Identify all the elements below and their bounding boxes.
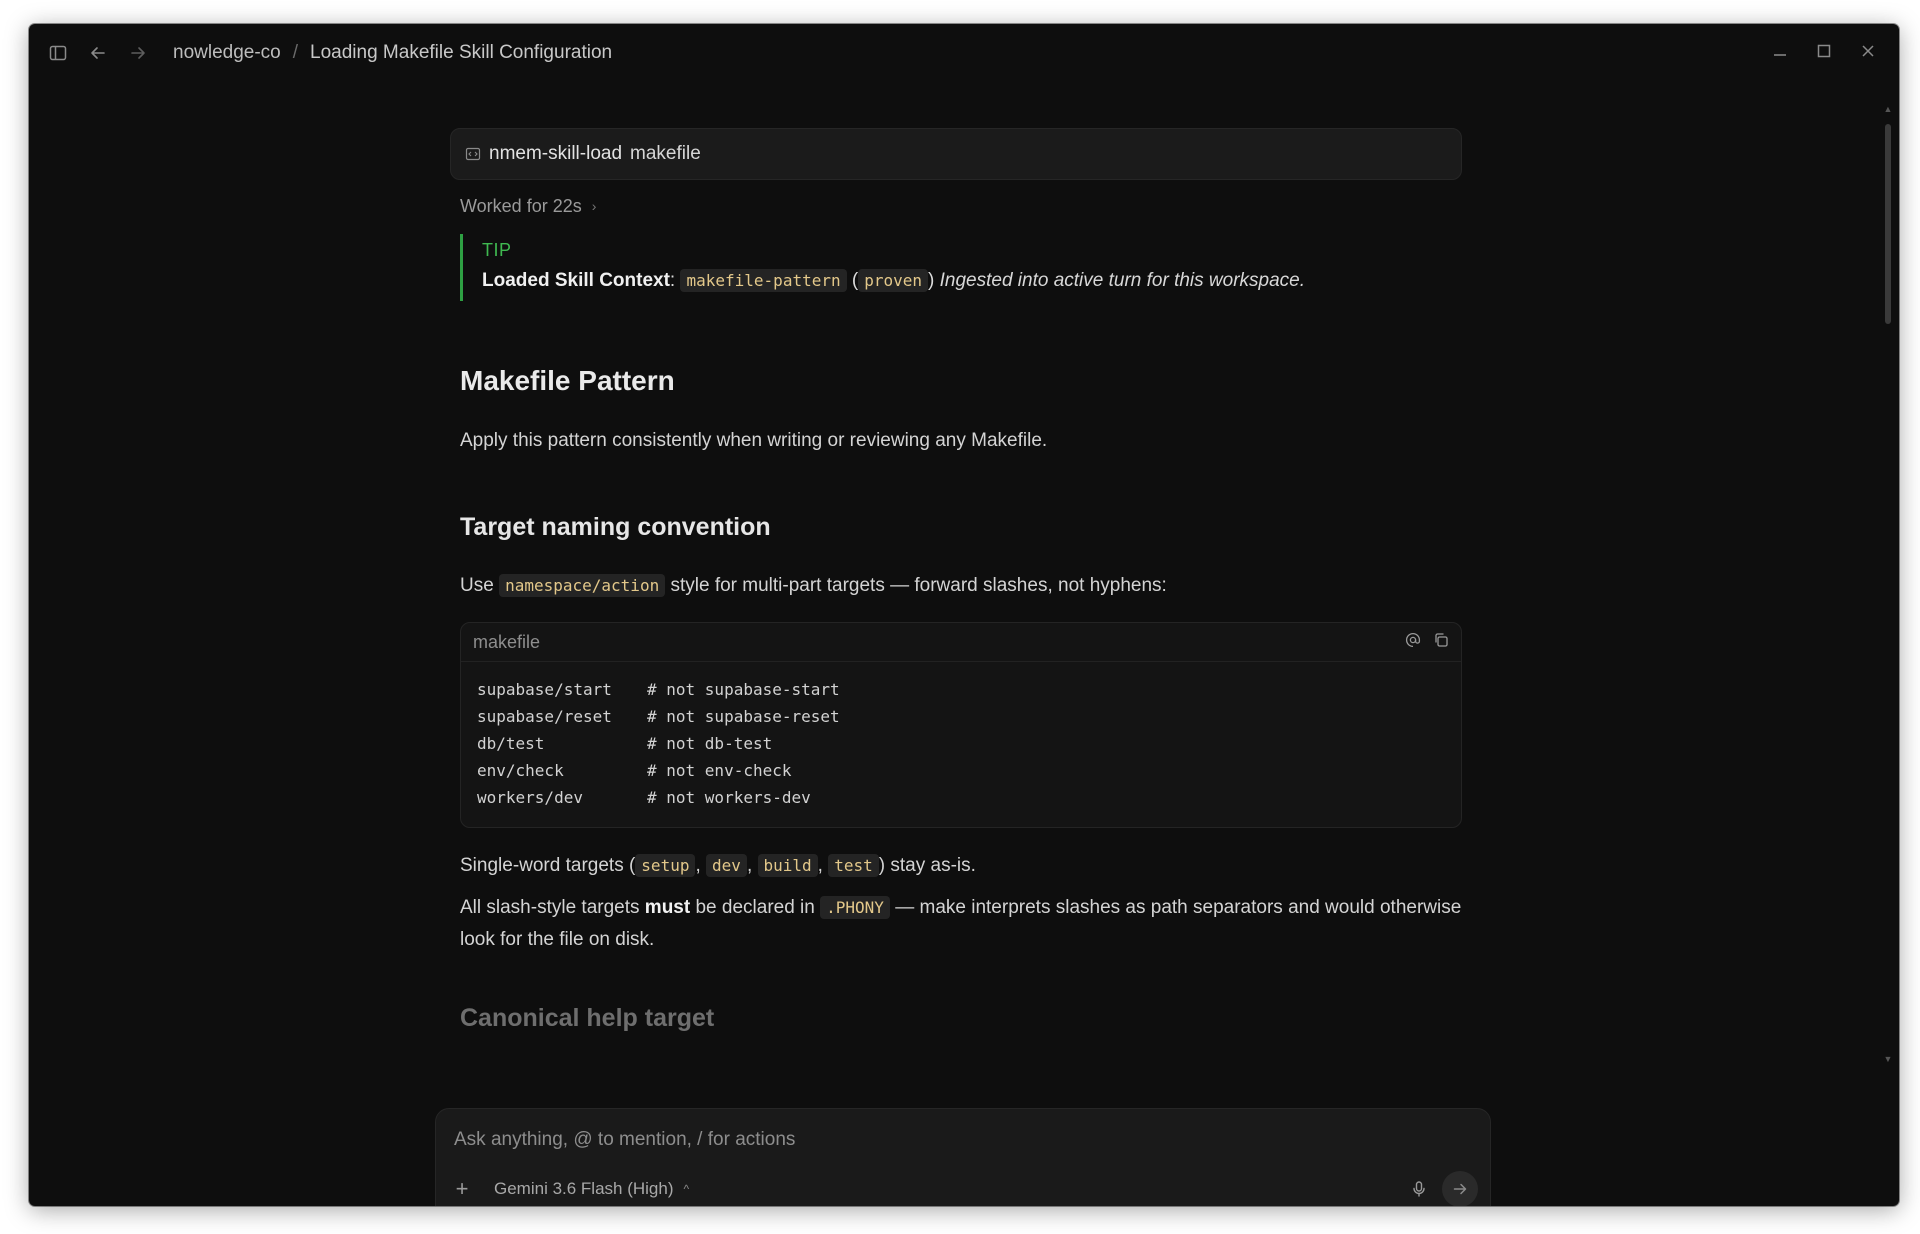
chat-input[interactable]: [452, 1123, 1456, 1157]
code-comment: # not supabase-reset: [647, 707, 840, 726]
app-window: nowledge-co / Loading Makefile Skill Con…: [29, 24, 1899, 1206]
command-message: nmem-skill-load makefile: [450, 128, 1462, 180]
code-block-header: makefile: [461, 623, 1461, 662]
code-comment: # not workers-dev: [647, 788, 811, 807]
chat-composer: + Gemini 3.6 Flash (High) ^: [435, 1108, 1491, 1206]
copy-icon[interactable]: [1433, 632, 1449, 653]
chevron-right-icon: ›: [591, 198, 597, 214]
back-arrow-icon[interactable]: [81, 36, 115, 70]
section-heading-help: Canonical help target: [460, 1004, 715, 1032]
conversation-content: nmem-skill-load makefile Worked for 22s …: [29, 82, 1899, 1206]
code-line: workers/dev # not workers-dev: [477, 784, 1445, 811]
phony-paragraph: All slash-style targets must be declared…: [460, 892, 1470, 956]
code-block: makefile supabase/start # not supabase-st…: [460, 622, 1462, 828]
arrow-right-icon: [1453, 1183, 1467, 1195]
code-block-actions: [1405, 632, 1449, 653]
model-selector[interactable]: Gemini 3.6 Flash (High) ^: [494, 1179, 689, 1199]
code-target: db/test: [477, 734, 545, 753]
code-target: workers/dev: [477, 788, 583, 807]
naming-paragraph: Use namespace/action style for multi-par…: [460, 570, 1470, 602]
code-comment: # not db-test: [647, 734, 773, 753]
composer-toolbar: + Gemini 3.6 Flash (High) ^: [450, 1171, 1478, 1206]
dev-code: dev: [706, 854, 747, 877]
namespace-action-code: namespace/action: [499, 574, 666, 597]
sidebar-toggle-icon[interactable]: [41, 36, 75, 70]
single-pre-text: Single-word targets (: [460, 855, 636, 876]
setup-code: setup: [635, 854, 696, 877]
breadcrumb-current: Loading Makefile Skill Configuration: [310, 42, 613, 63]
command-name: nmem-skill-load: [489, 143, 623, 164]
use-post-text: style for multi-part targets — forward s…: [670, 575, 1167, 596]
intro-paragraph: Apply this pattern consistently when wri…: [460, 430, 1048, 451]
close-icon[interactable]: [1851, 34, 1885, 68]
tip-callout: TIP Loaded Skill Context: makefile-patte…: [460, 234, 1470, 301]
section-heading-main: Makefile Pattern: [460, 365, 675, 396]
mention-icon[interactable]: [1405, 632, 1421, 653]
forward-arrow-icon[interactable]: [121, 36, 155, 70]
build-code: build: [757, 854, 818, 877]
use-text: Use: [460, 575, 494, 596]
skill-status-code: proven: [858, 269, 929, 292]
phony-pre-text: All slash-style targets: [460, 897, 640, 918]
section-heading-naming: Target naming convention: [460, 513, 771, 541]
title-bar: nowledge-co / Loading Makefile Skill Con…: [29, 24, 1899, 82]
maximize-icon[interactable]: [1807, 34, 1841, 68]
composer-actions: [1410, 1171, 1478, 1206]
code-block-body: supabase/start # not supabase-start supab…: [461, 662, 1461, 827]
breadcrumb: nowledge-co / Loading Makefile Skill Con…: [173, 42, 612, 64]
minimize-icon[interactable]: [1763, 34, 1797, 68]
code-target: env/check: [477, 761, 564, 780]
code-line: db/test # not db-test: [477, 730, 1445, 757]
plus-icon[interactable]: +: [450, 1176, 474, 1202]
single-word-paragraph: Single-word targets (setup, dev, build, …: [460, 854, 976, 877]
code-line: supabase/start # not supabase-start: [477, 676, 1445, 703]
phony-bold-text: must: [644, 897, 691, 918]
breadcrumb-separator: /: [292, 42, 299, 63]
single-post-text: ) stay as-is.: [878, 855, 976, 876]
code-target: supabase/reset: [477, 707, 612, 726]
tip-label: TIP: [482, 240, 512, 260]
phony-mid-text: be declared in: [695, 897, 815, 918]
code-comment: # not env-check: [647, 761, 792, 780]
microphone-icon[interactable]: [1410, 1180, 1428, 1198]
code-line: supabase/reset # not supabase-reset: [477, 703, 1445, 730]
worked-duration-toggle[interactable]: Worked for 22s ›: [460, 192, 1470, 220]
assistant-response: Worked for 22s › TIP Loaded Skill Contex…: [460, 192, 1470, 1033]
code-language-label: makefile: [473, 631, 541, 652]
code-target: supabase/start: [477, 680, 612, 699]
tip-note: Ingested into active turn for this works…: [939, 270, 1306, 291]
tip-body: Loaded Skill Context: makefile-pattern (…: [482, 269, 1306, 292]
code-comment: # not supabase-start: [647, 680, 840, 699]
breadcrumb-workspace[interactable]: nowledge-co: [173, 42, 281, 64]
model-name: Gemini 3.6 Flash (High): [494, 1179, 674, 1198]
send-button[interactable]: [1442, 1171, 1478, 1206]
skill-name-code: makefile-pattern: [680, 269, 847, 292]
code-icon: [465, 146, 481, 162]
window-controls: [1763, 34, 1885, 68]
command-argument: makefile: [630, 143, 701, 164]
test-code: test: [828, 854, 879, 877]
worked-duration-text: Worked for 22s: [460, 195, 582, 216]
phony-code: .PHONY: [820, 896, 890, 919]
code-line: env/check # not env-check: [477, 757, 1445, 784]
chevron-up-icon: ^: [683, 1182, 690, 1196]
tip-lead: Loaded Skill Context: [482, 270, 670, 291]
